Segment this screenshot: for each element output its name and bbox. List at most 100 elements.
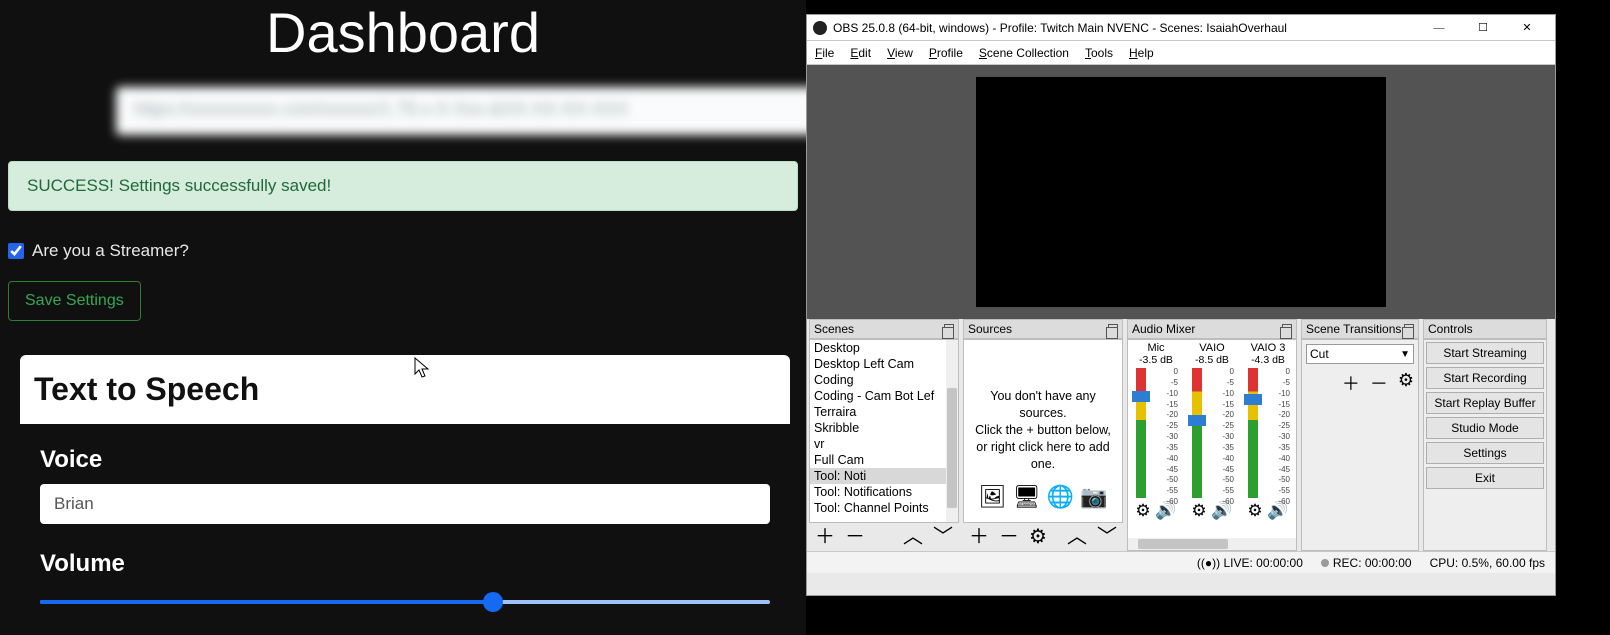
popout-icon[interactable] bbox=[1108, 324, 1118, 334]
save-settings-button[interactable]: Save Settings bbox=[8, 281, 141, 321]
mixer-title: Audio Mixer bbox=[1132, 322, 1195, 336]
controls-start-replay-buffer-button[interactable]: Start Replay Buffer bbox=[1426, 392, 1544, 414]
scene-add-button[interactable]: ＋ bbox=[815, 527, 835, 547]
channel-gear-icon[interactable]: ⚙ bbox=[1135, 501, 1150, 520]
channel-meter[interactable]: 0-5-10-15-20-25-30-35-40-45-50-55-60 bbox=[1134, 368, 1178, 498]
scene-down-button[interactable]: ﹀ bbox=[933, 527, 953, 547]
status-cpu: CPU: 0.5%, 60.00 fps bbox=[1430, 556, 1545, 570]
scene-item[interactable]: Desktop bbox=[810, 340, 958, 356]
voice-label: Voice bbox=[40, 446, 770, 474]
dashboard-app: Dashboard https://xxxxxxxxxx.com/xxxxxx/… bbox=[0, 0, 806, 635]
channel-db: -4.3 dB bbox=[1242, 354, 1294, 366]
mixer-channel[interactable]: VAIO -8.5 dB 0-5-10-15-20-25-30-35-40-45… bbox=[1186, 342, 1238, 498]
channel-name: VAIO 3 bbox=[1242, 342, 1294, 354]
mixer-channel[interactable]: Mic -3.5 dB 0-5-10-15-20-25-30-35-40-45-… bbox=[1130, 342, 1182, 498]
streamer-checkbox-row[interactable]: Are you a Streamer? bbox=[8, 241, 806, 261]
menu-view[interactable]: View bbox=[887, 46, 913, 60]
sources-title: Sources bbox=[968, 322, 1012, 336]
scene-remove-button[interactable]: － bbox=[845, 527, 865, 547]
channel-gear-icon[interactable]: ⚙ bbox=[1247, 501, 1262, 520]
obs-titlebar[interactable]: OBS 25.0.8 (64-bit, windows) - Profile: … bbox=[807, 15, 1555, 41]
camera-source-icon: 📷 bbox=[1080, 482, 1107, 512]
page-title: Dashboard bbox=[0, 0, 806, 65]
scene-item[interactable]: Skribble bbox=[810, 420, 958, 436]
scene-item[interactable]: Full Cam bbox=[810, 452, 958, 468]
mixer-scrollbar[interactable] bbox=[1128, 538, 1296, 550]
controls-studio-mode-button[interactable]: Studio Mode bbox=[1426, 417, 1544, 439]
scene-item[interactable]: Coding bbox=[810, 372, 958, 388]
source-add-button[interactable]: ＋ bbox=[969, 527, 989, 547]
audio-mixer-dock: Audio Mixer Mic -3.5 dB 0-5-10-15-20-25-… bbox=[1127, 319, 1297, 551]
sources-empty-line: or right click here to add one. bbox=[970, 439, 1116, 473]
minimize-button[interactable]: — bbox=[1417, 15, 1461, 41]
transition-remove-button[interactable]: － bbox=[1370, 370, 1388, 396]
source-settings-button[interactable]: ⚙ bbox=[1029, 527, 1047, 547]
channel-name: VAIO bbox=[1186, 342, 1238, 354]
menu-file[interactable]: File bbox=[815, 46, 834, 60]
mixer-channel[interactable]: VAIO 3 -4.3 dB 0-5-10-15-20-25-30-35-40-… bbox=[1242, 342, 1294, 498]
channel-fader[interactable] bbox=[1188, 415, 1206, 426]
controls-exit-button[interactable]: Exit bbox=[1426, 467, 1544, 489]
maximize-button[interactable]: ☐ bbox=[1461, 15, 1505, 41]
volume-slider[interactable] bbox=[40, 600, 770, 604]
close-button[interactable]: ✕ bbox=[1505, 15, 1549, 41]
obs-logo-icon bbox=[813, 21, 827, 35]
channel-meter[interactable]: 0-5-10-15-20-25-30-35-40-45-50-55-60 bbox=[1246, 368, 1290, 498]
popout-icon[interactable] bbox=[944, 324, 954, 334]
source-remove-button[interactable]: － bbox=[999, 527, 1019, 547]
source-down-button[interactable]: ﹀ bbox=[1097, 527, 1117, 547]
broadcast-icon: ((●)) bbox=[1197, 556, 1220, 570]
obs-statusbar: ((●)) LIVE: 00:00:00 REC: 00:00:00 CPU: … bbox=[807, 551, 1555, 573]
scene-item[interactable]: vr bbox=[810, 436, 958, 452]
scenes-title: Scenes bbox=[814, 322, 854, 336]
scenes-scrollbar[interactable] bbox=[946, 340, 958, 522]
transition-add-button[interactable]: ＋ bbox=[1342, 370, 1360, 396]
menu-edit[interactable]: Edit bbox=[850, 46, 871, 60]
channel-fader[interactable] bbox=[1132, 391, 1150, 402]
menu-tools[interactable]: Tools bbox=[1085, 46, 1113, 60]
controls-start-streaming-button[interactable]: Start Streaming bbox=[1426, 342, 1544, 364]
source-up-button[interactable]: ︿ bbox=[1067, 527, 1087, 547]
obs-window-title: OBS 25.0.8 (64-bit, windows) - Profile: … bbox=[833, 21, 1417, 35]
controls-settings-button[interactable]: Settings bbox=[1426, 442, 1544, 464]
streamer-checkbox[interactable] bbox=[8, 243, 24, 259]
transitions-dock: Scene Transitions Cut ▼ ＋ － ⚙ bbox=[1301, 319, 1419, 551]
mixer-body[interactable]: Mic -3.5 dB 0-5-10-15-20-25-30-35-40-45-… bbox=[1127, 339, 1297, 551]
transition-selected: Cut bbox=[1310, 347, 1329, 361]
voice-select[interactable]: Brian bbox=[40, 484, 770, 524]
success-banner: SUCCESS! Settings successfully saved! bbox=[8, 161, 798, 211]
scene-item[interactable]: Coding - Cam Bot Lef bbox=[810, 388, 958, 404]
browser-source-icon: 🌐 bbox=[1047, 482, 1074, 512]
scenes-dock: Scenes DesktopDesktop Left CamCodingCodi… bbox=[809, 319, 959, 551]
sources-empty-line: Click the + button below, bbox=[970, 422, 1116, 439]
scene-item[interactable]: Tool: Channel Points bbox=[810, 500, 958, 516]
streamer-label: Are you a Streamer? bbox=[32, 241, 189, 261]
channel-meter[interactable]: 0-5-10-15-20-25-30-35-40-45-50-55-60 bbox=[1190, 368, 1234, 498]
image-source-icon: 🖼 bbox=[979, 482, 1007, 512]
obs-preview-area[interactable] bbox=[807, 65, 1555, 319]
sources-empty[interactable]: You don't have any sources. Click the + … bbox=[963, 339, 1123, 523]
scene-item[interactable]: Tool: Notifications bbox=[810, 484, 958, 500]
controls-start-recording-button[interactable]: Start Recording bbox=[1426, 367, 1544, 389]
transition-select[interactable]: Cut ▼ bbox=[1306, 344, 1414, 364]
channel-gear-icon[interactable]: ⚙ bbox=[1191, 501, 1206, 520]
volume-slider-thumb[interactable] bbox=[483, 592, 503, 612]
channel-fader[interactable] bbox=[1244, 394, 1262, 405]
menu-profile[interactable]: Profile bbox=[929, 46, 963, 60]
scenes-list[interactable]: DesktopDesktop Left CamCodingCoding - Ca… bbox=[809, 339, 959, 523]
popout-icon[interactable] bbox=[1404, 324, 1414, 334]
display-source-icon: 🖥 bbox=[1013, 482, 1041, 512]
record-dot-icon bbox=[1321, 559, 1329, 567]
scene-item[interactable]: Desktop Left Cam bbox=[810, 356, 958, 372]
sources-empty-line: You don't have any sources. bbox=[970, 388, 1116, 422]
menu-scene-collection[interactable]: Scene Collection bbox=[979, 46, 1069, 60]
menu-help[interactable]: Help bbox=[1129, 46, 1154, 60]
scene-item[interactable]: Tool: Noti bbox=[810, 468, 958, 484]
popout-icon[interactable] bbox=[1282, 324, 1292, 334]
transition-settings-button[interactable]: ⚙ bbox=[1398, 370, 1414, 396]
transitions-title: Scene Transitions bbox=[1306, 322, 1401, 336]
obs-preview-canvas[interactable] bbox=[976, 77, 1386, 307]
scene-item[interactable]: Terraira bbox=[810, 404, 958, 420]
scene-up-button[interactable]: ︿ bbox=[903, 527, 923, 547]
obs-window: OBS 25.0.8 (64-bit, windows) - Profile: … bbox=[806, 14, 1556, 596]
